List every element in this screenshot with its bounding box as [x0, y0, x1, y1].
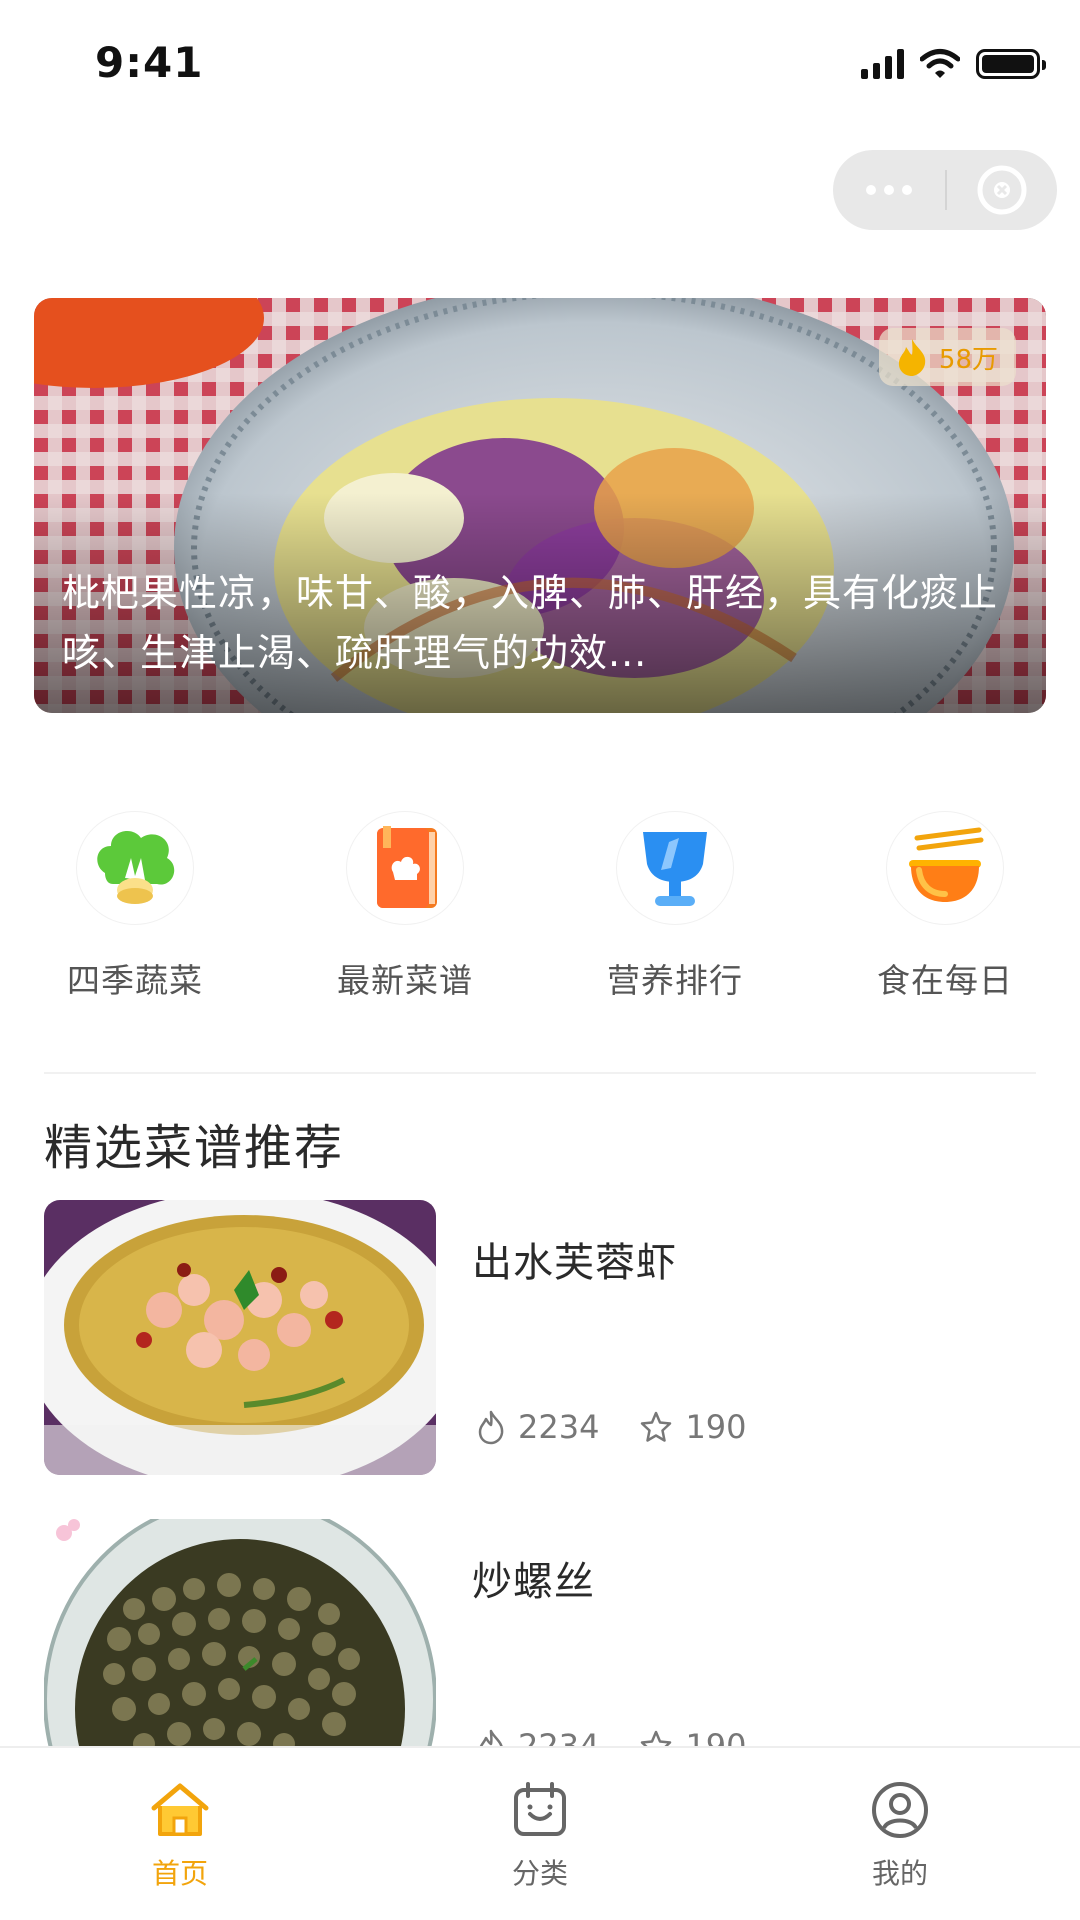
quick-label: 四季蔬菜 — [67, 961, 203, 1000]
close-circle-icon — [977, 165, 1027, 215]
battery-icon — [976, 49, 1046, 79]
banner-hot-badge: 58万 — [878, 328, 1016, 386]
star-outline-icon — [641, 1411, 672, 1442]
section-divider — [44, 1072, 1036, 1074]
tab-label: 首页 — [151, 1857, 208, 1890]
quick-item-daily-food[interactable]: 食在每日 — [810, 812, 1080, 1002]
app-screen: 9:41 58万 枇杷果性凉，味甘、酸，入脾、肺、肝经，具有化痰止咳、生津止渴、… — [0, 0, 1080, 1920]
quick-label: 营养排行 — [607, 961, 743, 1000]
quick-label: 最新菜谱 — [337, 961, 473, 1000]
quick-menu: 四季蔬菜 最新菜谱 营养排行 食在每日 — [0, 812, 1080, 1002]
banner-description: 枇杷果性凉，味甘、酸，入脾、肺、肝经，具有化痰止咳、生津止渴、疏肝理气的功效..… — [62, 571, 999, 675]
banner-hot-count: 58万 — [938, 344, 998, 375]
trophy-icon — [643, 832, 707, 906]
miniprogram-capsule — [833, 150, 1057, 230]
status-time: 9:41 — [95, 38, 204, 87]
tab-category[interactable]: 分类 — [360, 1748, 720, 1920]
status-icons — [861, 48, 1046, 80]
tab-home[interactable]: 首页 — [0, 1748, 360, 1920]
bottom-tab-bar: 首页 分类 我的 — [0, 1746, 1080, 1920]
favorites-stat: 190 — [639, 1408, 747, 1446]
recipe-name: 出水芙蓉虾 — [472, 1240, 677, 1286]
quick-icon-wrapper — [617, 812, 733, 924]
quick-label: 食在每日 — [877, 961, 1013, 1000]
noodle-bowl-icon — [909, 827, 984, 902]
views-stat: 2234 — [476, 1408, 599, 1446]
cellular-signal-icon — [861, 49, 904, 79]
more-options-button[interactable] — [833, 150, 945, 230]
quick-icon-wrapper — [887, 812, 1003, 924]
vegetable-icon — [97, 831, 175, 904]
flame-outline-icon — [478, 1410, 504, 1445]
quick-item-seasonal-vegetables[interactable]: 四季蔬菜 — [0, 812, 270, 1002]
tab-label: 分类 — [511, 1857, 568, 1890]
quick-item-nutrition-ranking[interactable]: 营养排行 — [540, 812, 810, 1002]
quick-item-latest-recipes[interactable]: 最新菜谱 — [270, 812, 540, 1002]
recipe-stats: 2234 190 — [476, 1408, 787, 1446]
quick-icon-wrapper — [347, 812, 463, 924]
recipe-thumbnail — [44, 1200, 436, 1475]
home-icon — [151, 1783, 209, 1836]
close-miniprogram-button[interactable] — [947, 150, 1057, 230]
category-icon — [514, 1782, 566, 1836]
tab-label: 我的 — [871, 1857, 928, 1890]
status-bar: 9:41 — [0, 0, 1080, 130]
featured-banner[interactable]: 58万 枇杷果性凉，味甘、酸，入脾、肺、肝经，具有化痰止咳、生津止渴、疏肝理气的… — [34, 298, 1046, 713]
views-count: 2234 — [518, 1408, 600, 1446]
favorites-count: 190 — [685, 1408, 747, 1446]
recipe-list: 出水芙蓉虾 2234 190 炒螺丝 — [44, 1200, 1036, 1838]
recipe-book-icon — [377, 826, 437, 908]
flame-icon — [898, 339, 926, 376]
tab-profile[interactable]: 我的 — [720, 1748, 1080, 1920]
section-title: 精选菜谱推荐 — [44, 1120, 345, 1176]
recipe-name: 炒螺丝 — [472, 1559, 595, 1605]
recipe-card[interactable]: 出水芙蓉虾 2234 190 — [44, 1200, 1036, 1475]
wifi-icon — [920, 49, 960, 78]
quick-icon-wrapper — [77, 812, 193, 924]
profile-icon — [872, 1782, 928, 1838]
